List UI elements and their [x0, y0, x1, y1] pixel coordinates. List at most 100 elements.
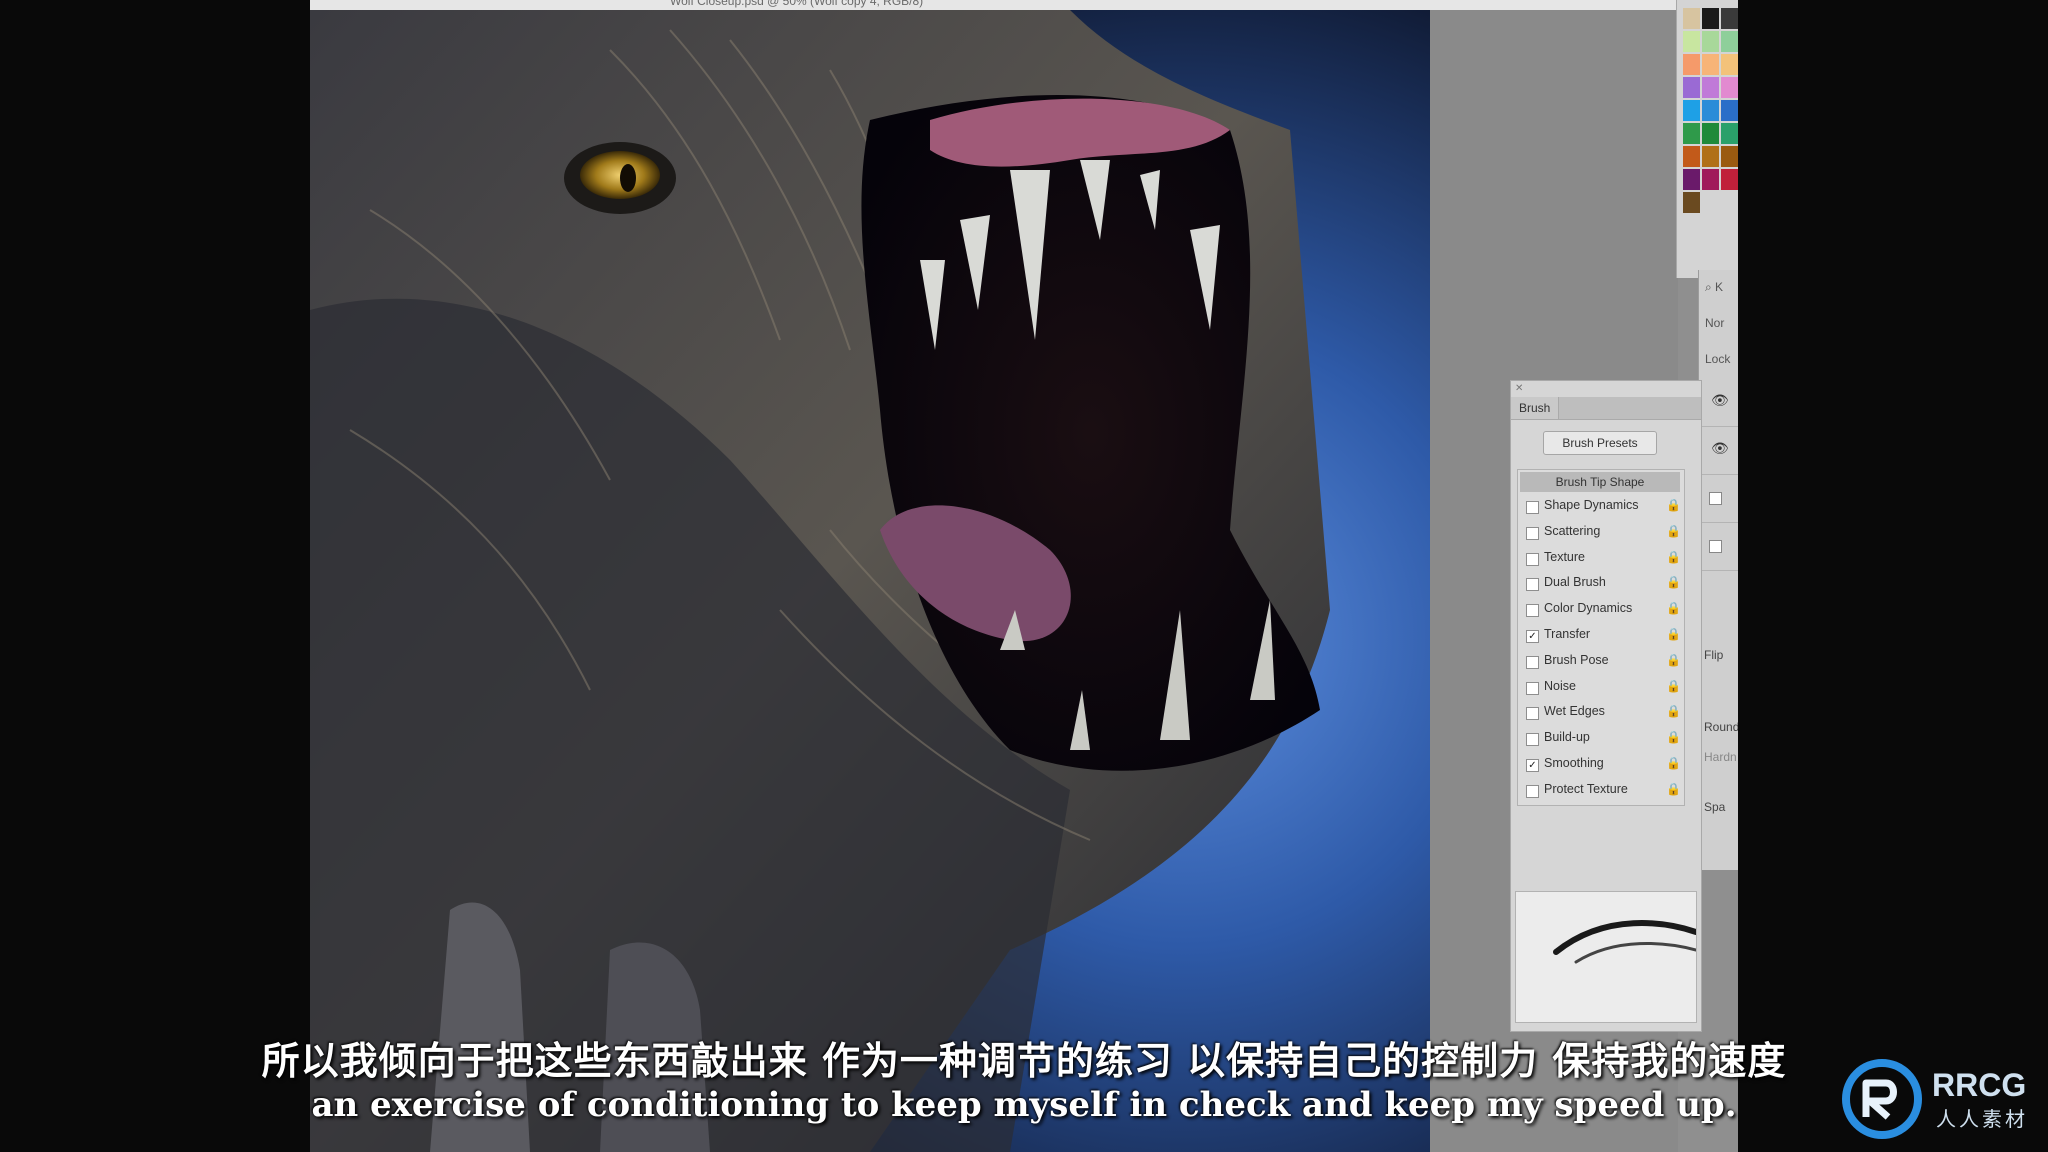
brush-option-label: Scattering	[1544, 523, 1601, 538]
color-swatch[interactable]	[1702, 77, 1719, 98]
layer-search-field[interactable]: ⌕ K	[1705, 280, 1723, 295]
brush-option-checkbox[interactable]: ✓	[1526, 630, 1539, 643]
eye-icon[interactable]: 👁	[1711, 392, 1729, 409]
brush-option-label: Protect Texture	[1544, 781, 1628, 796]
hardness-label: Hardn	[1704, 750, 1737, 764]
rrcg-logo-icon	[1842, 1059, 1922, 1139]
brush-option-item[interactable]: ✓ Smoothing 🔒	[1518, 752, 1684, 777]
layer-row[interactable]	[1699, 522, 1738, 571]
brush-option-item[interactable]: Color Dynamics 🔒	[1518, 597, 1684, 622]
brush-option-item[interactable]: Noise 🔒	[1518, 675, 1684, 700]
color-swatch[interactable]	[1702, 192, 1719, 213]
brush-option-checkbox[interactable]	[1526, 784, 1539, 798]
swatch-grid	[1683, 8, 1738, 213]
color-swatch[interactable]	[1683, 192, 1700, 213]
color-swatch[interactable]	[1702, 123, 1719, 144]
color-swatch[interactable]	[1721, 31, 1738, 52]
lock-icon[interactable]: 🔒	[1666, 524, 1681, 538]
brush-option-item[interactable]: Shape Dynamics 🔒	[1518, 494, 1684, 519]
color-swatch[interactable]	[1702, 146, 1719, 167]
brush-option-item[interactable]: Protect Texture 🔒	[1518, 778, 1684, 803]
lock-icon[interactable]: 🔒	[1666, 550, 1681, 564]
photoshop-window: Wolf Closeup.psd @ 50% (Wolf copy 4, RGB…	[310, 0, 1738, 1152]
brush-option-checkbox[interactable]	[1526, 604, 1539, 618]
color-swatch[interactable]	[1721, 192, 1738, 213]
brush-option-item[interactable]: ✓ Transfer 🔒	[1518, 623, 1684, 648]
layer-row[interactable]	[1699, 474, 1738, 523]
lock-icon[interactable]: 🔒	[1666, 601, 1681, 615]
lock-icon[interactable]: 🔒	[1666, 704, 1681, 718]
lock-icon[interactable]: 🔒	[1666, 627, 1681, 641]
layer-row[interactable]: 👁	[1699, 426, 1738, 475]
brush-option-item[interactable]: Dual Brush 🔒	[1518, 571, 1684, 596]
brush-option-checkbox[interactable]	[1526, 707, 1539, 721]
color-swatch[interactable]	[1702, 31, 1719, 52]
layer-row[interactable]: 👁	[1699, 378, 1738, 427]
color-swatch[interactable]	[1721, 169, 1738, 190]
eye-icon[interactable]: 👁	[1711, 440, 1729, 457]
brush-option-label: Build-up	[1544, 730, 1590, 745]
blend-mode-select[interactable]: Nor	[1705, 316, 1724, 330]
rrcg-watermark: RRCG 人人素材	[1840, 1055, 2040, 1145]
brush-option-item[interactable]: Build-up 🔒	[1518, 726, 1684, 751]
brush-option-checkbox[interactable]	[1526, 501, 1539, 514]
brush-option-checkbox[interactable]	[1526, 578, 1539, 592]
painting-canvas[interactable]	[310, 10, 1430, 1152]
lock-icon[interactable]: 🔒	[1666, 653, 1681, 667]
color-swatch[interactable]	[1721, 146, 1738, 167]
lock-icon[interactable]: 🔒	[1666, 575, 1681, 589]
brush-presets-button[interactable]: Brush Presets	[1543, 431, 1657, 455]
color-swatch[interactable]	[1702, 8, 1719, 29]
tab-brush[interactable]: Brush	[1511, 397, 1560, 419]
close-icon[interactable]: ✕	[1515, 383, 1523, 394]
layer-visibility-box[interactable]	[1709, 540, 1722, 553]
color-swatch[interactable]	[1702, 100, 1719, 121]
layer-visibility-box[interactable]	[1709, 492, 1722, 505]
brush-option-checkbox[interactable]	[1526, 681, 1539, 695]
lock-icon[interactable]: 🔒	[1666, 498, 1681, 512]
letterbox-left	[0, 0, 310, 1152]
color-swatch[interactable]	[1721, 77, 1738, 98]
brush-settings-fragment: Flip Round Hardn Spa	[1698, 640, 1738, 1040]
roundness-label: Round	[1704, 720, 1738, 734]
color-swatch[interactable]	[1683, 100, 1700, 121]
color-swatch[interactable]	[1683, 146, 1700, 167]
subtitle-english: an exercise of conditioning to keep myse…	[311, 1085, 1737, 1125]
brush-option-label: Brush Pose	[1544, 652, 1609, 667]
brush-option-item[interactable]: Texture 🔒	[1518, 546, 1684, 571]
lock-icon[interactable]: 🔒	[1666, 782, 1681, 796]
brush-option-checkbox[interactable]	[1526, 733, 1539, 747]
color-swatch[interactable]	[1683, 54, 1700, 75]
brush-option-label: Noise	[1544, 678, 1576, 693]
subtitle-chinese: 所以我倾向于把这些东西敲出来 作为一种调节的练习 以保持自己的控制力 保持我的速…	[261, 1039, 1787, 1083]
watermark-subtext: 人人素材	[1936, 1107, 2028, 1131]
color-swatch[interactable]	[1702, 169, 1719, 190]
color-swatch[interactable]	[1683, 123, 1700, 144]
lock-icon[interactable]: 🔒	[1666, 679, 1681, 693]
brush-options-list: Brush Tip Shape Shape Dynamics 🔒 Scatterin…	[1517, 469, 1685, 806]
color-swatch[interactable]	[1702, 54, 1719, 75]
color-swatch[interactable]	[1683, 169, 1700, 190]
brush-option-checkbox[interactable]	[1526, 655, 1539, 669]
lock-icon[interactable]: 🔒	[1666, 756, 1681, 770]
brush-option-checkbox[interactable]	[1526, 552, 1539, 566]
brush-option-checkbox[interactable]: ✓	[1526, 759, 1539, 772]
brush-tip-shape-item[interactable]: Brush Tip Shape	[1520, 472, 1680, 492]
color-swatch[interactable]	[1683, 77, 1700, 98]
spacing-checkbox[interactable]: Spa	[1704, 800, 1725, 814]
lock-icon[interactable]: 🔒	[1666, 730, 1681, 744]
color-swatch[interactable]	[1683, 8, 1700, 29]
color-swatch[interactable]	[1721, 123, 1738, 144]
brush-option-item[interactable]: Scattering 🔒	[1518, 520, 1684, 545]
brush-option-label: Smoothing	[1544, 756, 1604, 770]
brush-option-item[interactable]: Wet Edges 🔒	[1518, 700, 1684, 725]
watermark-text: RRCG	[1932, 1067, 2027, 1103]
color-swatch[interactable]	[1721, 100, 1738, 121]
brush-option-label: Wet Edges	[1544, 704, 1605, 719]
brush-option-item[interactable]: Brush Pose 🔒	[1518, 649, 1684, 674]
color-swatch[interactable]	[1721, 54, 1738, 75]
color-swatch[interactable]	[1721, 8, 1738, 29]
color-swatch[interactable]	[1683, 31, 1700, 52]
brush-option-checkbox[interactable]	[1526, 526, 1539, 540]
flip-label[interactable]: Flip	[1704, 648, 1723, 662]
